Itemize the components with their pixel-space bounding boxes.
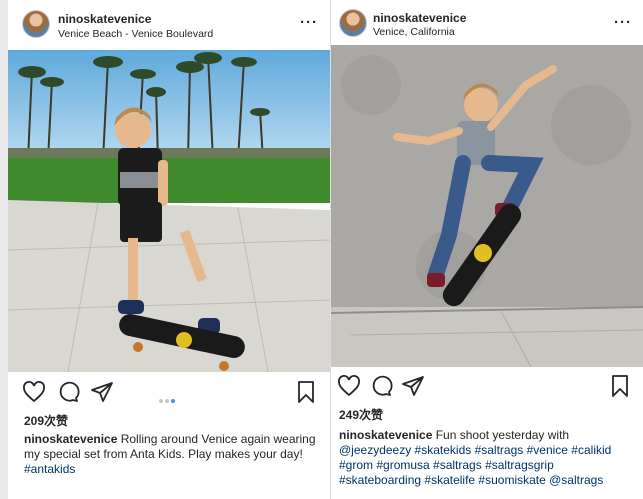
bookmark-icon[interactable]: [608, 374, 632, 398]
caption: ninoskatevenice Rolling around Venice ag…: [24, 432, 322, 477]
comment-icon[interactable]: [56, 380, 80, 404]
carousel-indicator: [158, 390, 176, 408]
heart-icon[interactable]: [22, 380, 46, 404]
post-photo[interactable]: [331, 45, 643, 367]
post-header: ninoskatevenice Venice, California ···: [331, 0, 643, 50]
like-count[interactable]: 249次赞: [339, 406, 383, 423]
more-options-icon[interactable]: ···: [300, 14, 318, 31]
action-bar: [8, 378, 330, 408]
share-icon[interactable]: [90, 380, 114, 404]
caption-hashtags[interactable]: #antakids: [24, 462, 75, 476]
caption-username[interactable]: ninoskatevenice: [339, 428, 432, 442]
avatar[interactable]: [339, 9, 367, 37]
comment-icon[interactable]: [369, 374, 393, 398]
action-bar: [331, 372, 643, 402]
post-left: ninoskatevenice Venice Beach - Venice Bo…: [8, 0, 330, 499]
share-icon[interactable]: [401, 374, 425, 398]
username[interactable]: ninoskatevenice: [58, 12, 151, 26]
caption-hashtags[interactable]: @jeezydeezy #skatekids #saltrags #venice…: [339, 443, 611, 487]
post-header: ninoskatevenice Venice Beach - Venice Bo…: [8, 0, 330, 50]
bookmark-icon[interactable]: [294, 380, 318, 404]
caption-text: Fun shoot yesterday with: [432, 428, 570, 442]
location[interactable]: Venice Beach - Venice Boulevard: [58, 28, 213, 40]
post-right: ninoskatevenice Venice, California ··· 2…: [330, 0, 643, 499]
carousel-dot: [159, 399, 163, 403]
caption: ninoskatevenice Fun shoot yesterday with…: [339, 428, 639, 488]
post-photo[interactable]: [8, 50, 330, 372]
location[interactable]: Venice, California: [373, 26, 455, 38]
heart-icon[interactable]: [337, 374, 361, 398]
carousel-dot-active: [171, 399, 175, 403]
like-count[interactable]: 209次赞: [24, 412, 68, 429]
caption-username[interactable]: ninoskatevenice: [24, 432, 117, 446]
username[interactable]: ninoskatevenice: [373, 11, 466, 25]
carousel-dot: [165, 399, 169, 403]
more-options-icon[interactable]: ···: [614, 14, 632, 31]
avatar[interactable]: [22, 10, 50, 38]
